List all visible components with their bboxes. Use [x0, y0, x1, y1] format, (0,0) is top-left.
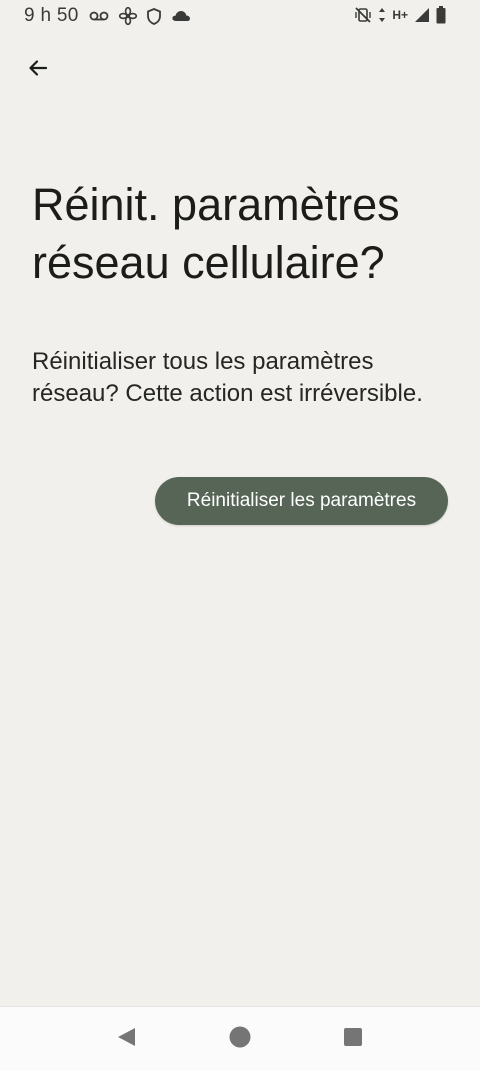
data-arrows-icon: [378, 7, 386, 23]
home-circle-icon: [229, 1026, 251, 1053]
back-triangle-icon: [115, 1026, 137, 1053]
nav-back-button[interactable]: [114, 1027, 138, 1051]
back-button[interactable]: [18, 50, 58, 90]
cloud-icon: [171, 10, 191, 22]
vibrate-off-icon: [354, 6, 372, 24]
status-time: 9 h 50: [24, 5, 79, 26]
nav-home-button[interactable]: [228, 1026, 252, 1053]
fan-icon: [118, 7, 137, 25]
status-right: H+: [354, 6, 446, 24]
navigation-bar: [0, 1006, 480, 1071]
arrow-left-icon: [26, 56, 50, 85]
status-bar: 9 h 50 H+: [0, 0, 480, 34]
status-left: 9 h 50: [24, 5, 191, 27]
voicemail-icon: [89, 10, 109, 22]
nav-recents-button[interactable]: [341, 1027, 365, 1051]
recents-square-icon: [343, 1027, 363, 1052]
signal-icon: [414, 7, 430, 23]
network-type: H+: [392, 8, 408, 22]
battery-icon: [436, 6, 446, 24]
page-title: Réinit. paramètres réseau cellulaire?: [32, 179, 400, 288]
description-text: Réinitialiser tous les paramètres réseau…: [32, 348, 423, 407]
reset-settings-button[interactable]: Réinitialiser les paramètres: [155, 477, 448, 525]
shield-icon: [146, 7, 161, 25]
